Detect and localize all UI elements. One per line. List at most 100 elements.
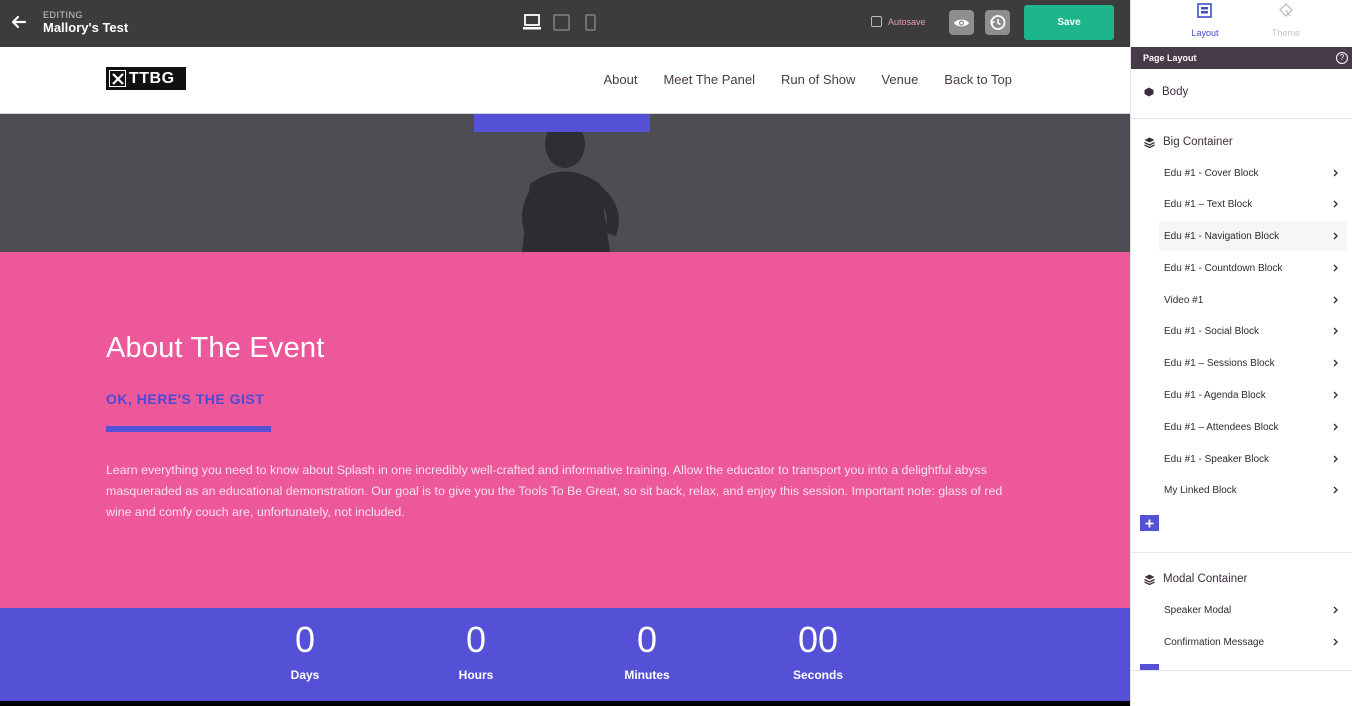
tab-theme-label: Theme (1271, 28, 1300, 38)
countdown-value: 0 (636, 619, 658, 660)
cover-cta-button[interactable] (474, 114, 650, 132)
about-section: About The Event OK, HERE'S THE GIST Lear… (0, 252, 1130, 608)
tree-item-attendees-block[interactable]: Edu #1 – Attendees Block (1159, 412, 1347, 442)
project-name: Mallory's Test (43, 20, 129, 35)
tree-item-label: Edu #1 – Sessions Block (1164, 357, 1275, 369)
nav-link-meet-the-panel[interactable]: Meet The Panel (663, 72, 755, 87)
panel-divider (1131, 552, 1352, 553)
cover-block-image (0, 114, 1130, 252)
countdown-label: Days (290, 668, 320, 682)
chevron-right-icon (1333, 391, 1338, 399)
tree-item-sessions-block[interactable]: Edu #1 – Sessions Block (1159, 348, 1347, 378)
help-icon[interactable]: ? (1336, 52, 1348, 64)
history-button[interactable] (985, 10, 1010, 35)
subtitle-underline (106, 426, 271, 432)
tree-item-label: Video #1 (1164, 294, 1204, 306)
tablet-view-icon[interactable] (553, 14, 570, 36)
back-arrow-icon[interactable] (10, 13, 28, 31)
tree-item-text-block[interactable]: Edu #1 – Text Block (1159, 189, 1347, 219)
panel-scroll-cutoff (1131, 670, 1352, 706)
chevron-right-icon (1333, 232, 1338, 240)
countdown-label: Hours (458, 668, 494, 682)
autosave-toggle[interactable]: Autosave (871, 16, 926, 27)
tree-item-label: Edu #1 – Attendees Block (1164, 421, 1279, 433)
tree-item-agenda-block[interactable]: Edu #1 - Agenda Block (1159, 380, 1347, 410)
site-canvas: TTBG About Meet The Panel Run of Show Ve… (0, 47, 1130, 706)
tree-item-confirmation-message[interactable]: Confirmation Message (1159, 627, 1347, 657)
about-title: About The Event (106, 332, 325, 364)
tree-body[interactable]: Body (1144, 86, 1188, 98)
countdown-label: Seconds (792, 668, 843, 682)
tree-item-label: Confirmation Message (1164, 636, 1265, 648)
tree-big-container-label: Big Container (1163, 136, 1233, 148)
autosave-checkbox[interactable] (871, 16, 882, 27)
tree-item-label: Edu #1 - Cover Block (1164, 167, 1259, 179)
layout-icon (1197, 3, 1212, 18)
countdown-hours: 0 Hours (416, 619, 536, 683)
tree-item-speaker-block[interactable]: Edu #1 - Speaker Block (1159, 444, 1347, 474)
countdown-value: 0 (294, 619, 316, 660)
countdown-days: 0 Days (245, 619, 365, 683)
autosave-label: Autosave (888, 16, 926, 27)
countdown-value: 0 (465, 619, 487, 660)
page-layout-header: Page Layout ? (1131, 47, 1352, 69)
tree-item-label: Edu #1 - Speaker Block (1164, 453, 1270, 465)
tree-item-social-block[interactable]: Edu #1 - Social Block (1159, 316, 1347, 346)
countdown-value: 00 (797, 619, 839, 660)
chevron-right-icon (1333, 486, 1338, 494)
chevron-right-icon (1333, 455, 1338, 463)
site-navigation: TTBG About Meet The Panel Run of Show Ve… (0, 47, 1130, 114)
countdown-section: 0 Days 0 Hours 0 Minutes 00 Seconds (0, 608, 1130, 701)
panel-divider (1131, 118, 1352, 119)
chevron-right-icon (1333, 200, 1338, 208)
about-body: Learn everything you need to know about … (106, 463, 1003, 519)
nav-link-venue[interactable]: Venue (881, 72, 918, 87)
nav-link-run-of-show[interactable]: Run of Show (781, 72, 855, 87)
chevron-right-icon (1333, 423, 1338, 431)
theme-brush-icon (1278, 2, 1294, 18)
tree-item-label: Edu #1 - Navigation Block (1164, 230, 1280, 242)
save-button[interactable]: Save (1024, 5, 1114, 40)
chevron-right-icon (1333, 264, 1338, 272)
tree-item-navigation-block[interactable]: Edu #1 - Navigation Block (1159, 221, 1347, 251)
eye-icon (954, 19, 969, 26)
countdown-minutes: 0 Minutes (587, 619, 707, 683)
mobile-view-icon[interactable] (585, 14, 596, 36)
tree-item-video[interactable]: Video #1 (1159, 285, 1347, 315)
desktop-view-icon[interactable] (523, 14, 541, 36)
site-logo[interactable]: TTBG (106, 67, 186, 90)
tree-item-cover-block[interactable]: Edu #1 - Cover Block (1159, 158, 1347, 188)
tree-item-my-linked-block[interactable]: My Linked Block (1159, 475, 1347, 505)
chevron-right-icon (1333, 359, 1338, 367)
surfer-silhouette (522, 120, 619, 252)
tree-item-countdown-block[interactable]: Edu #1 - Countdown Block (1159, 253, 1347, 283)
add-block-button[interactable] (1140, 515, 1159, 531)
chevron-right-icon (1333, 169, 1338, 177)
panel-tabs: Layout Theme (1131, 0, 1352, 47)
tree-modal-container-label: Modal Container (1163, 573, 1248, 585)
layout-panel: Layout Theme Page Layout ? Body Big Cont… (1130, 0, 1352, 706)
preview-eye-button[interactable] (949, 10, 974, 35)
tab-theme[interactable]: Theme (1256, 0, 1316, 47)
page-layout-title: Page Layout (1143, 53, 1197, 63)
layers-icon (1144, 574, 1155, 585)
tree-item-label: Edu #1 – Text Block (1164, 198, 1253, 210)
tree-item-label: Edu #1 - Countdown Block (1164, 262, 1283, 274)
site-nav-links: About Meet The Panel Run of Show Venue B… (603, 72, 1012, 87)
canvas-bottom-edge (0, 701, 1130, 706)
tree-item-speaker-modal[interactable]: Speaker Modal (1159, 595, 1347, 625)
tree-body-label: Body (1162, 86, 1189, 98)
chevron-right-icon (1333, 327, 1338, 335)
editor-topbar: EDITING Mallory's Test Autosave Save (0, 0, 1130, 47)
nav-link-back-to-top[interactable]: Back to Top (944, 72, 1012, 87)
countdown-seconds: 00 Seconds (758, 619, 878, 683)
plus-icon (1145, 519, 1154, 527)
tree-modal-container[interactable]: Modal Container (1144, 573, 1247, 585)
nav-link-about[interactable]: About (603, 72, 637, 87)
tab-layout[interactable]: Layout (1175, 0, 1235, 47)
logo-text: TTBG (129, 69, 175, 87)
tree-big-container[interactable]: Big Container (1144, 136, 1233, 148)
chevron-right-icon (1333, 606, 1338, 614)
history-icon (990, 15, 1006, 30)
chevron-right-icon (1333, 296, 1338, 304)
